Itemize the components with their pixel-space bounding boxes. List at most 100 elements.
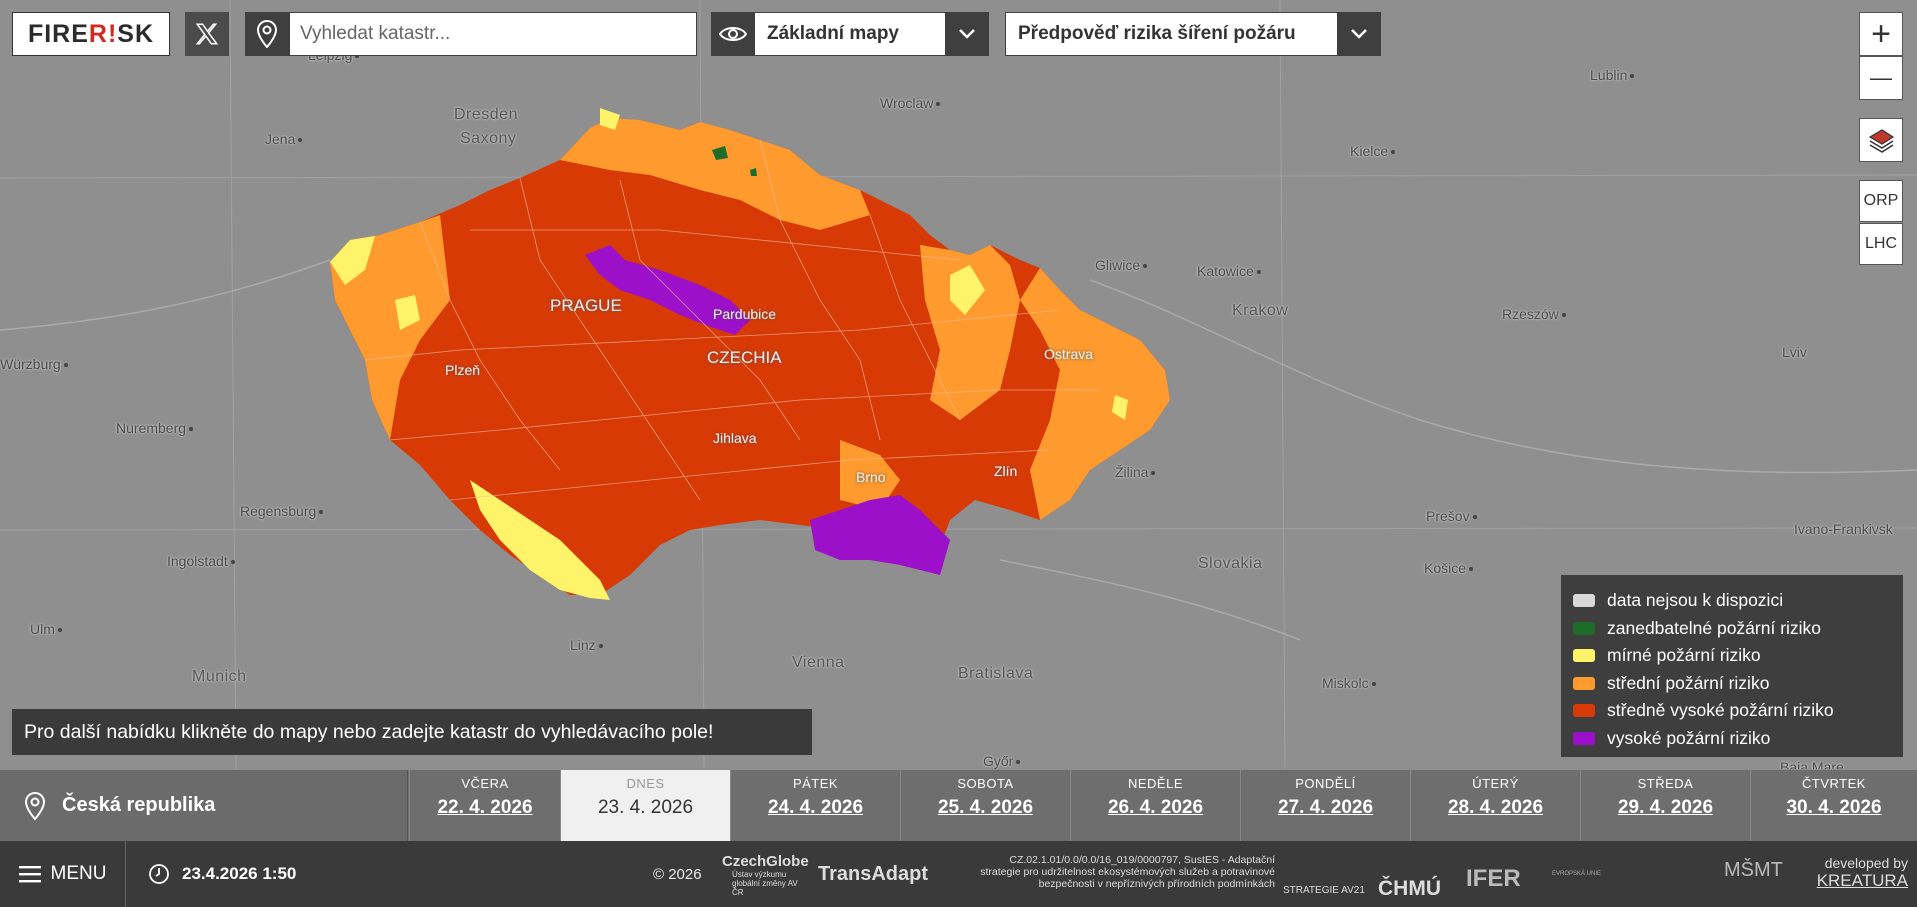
legend-item: středně vysoké požární riziko: [1573, 697, 1891, 725]
legend-item: vysoké požární riziko: [1573, 725, 1891, 753]
legend-item: zanedbatelné požární riziko: [1573, 615, 1891, 643]
lhc-button[interactable]: LHC: [1859, 223, 1903, 265]
layers-icon: [1868, 129, 1895, 153]
msmt-logo[interactable]: MŠMT: [1724, 859, 1783, 882]
day-tab-active[interactable]: DNES 23. 4. 2026: [560, 770, 730, 841]
firerisk-logo[interactable]: FIRE R! SK: [12, 12, 170, 56]
day-name: ÚTERÝ: [1472, 776, 1519, 791]
city-label: Brno: [856, 469, 886, 485]
zoom-out-button[interactable]: —: [1859, 56, 1903, 100]
datetime-display: 23.4.2026 1:50: [148, 841, 296, 907]
day-date: 22. 4. 2026: [437, 797, 533, 818]
menu-button[interactable]: MENU: [0, 841, 126, 907]
layer-select[interactable]: Předpověď rizika šíření požáru: [1005, 12, 1381, 56]
city-label: Gliwice: [1095, 257, 1147, 273]
city-label: Nuremberg: [116, 420, 193, 436]
legend-label: vysoké požární riziko: [1607, 727, 1771, 748]
region-label: Saxony: [460, 130, 517, 147]
city-label: Győr: [983, 753, 1020, 769]
legend-swatch: [1573, 621, 1595, 635]
city-label: Linz: [570, 637, 603, 653]
city-label: Munich: [192, 668, 247, 685]
zoom-in-button[interactable]: +: [1859, 12, 1903, 56]
legend-swatch: [1573, 676, 1595, 690]
legend-label: středně vysoké požární riziko: [1607, 700, 1834, 721]
day-tab[interactable]: PONDĚLÍ 27. 4. 2026: [1240, 770, 1410, 841]
day-tab[interactable]: PÁTEK 24. 4. 2026: [730, 770, 900, 841]
city-label: Pardubice: [713, 306, 777, 322]
menu-label: MENU: [50, 863, 107, 884]
day-tab[interactable]: ČTVRTEK 30. 4. 2026: [1750, 770, 1917, 841]
city-label: Kielce: [1350, 143, 1395, 159]
legend-label: zanedbatelné požární riziko: [1607, 617, 1822, 638]
legend-label: mírné požární riziko: [1607, 645, 1761, 666]
legend: data nejsou k dispozici zanedbatelné pož…: [1561, 575, 1903, 757]
day-name: ČTVRTEK: [1802, 776, 1866, 791]
day-tab[interactable]: VČERA 22. 4. 2026: [409, 770, 560, 841]
project-text: CZ.02.1.01/0.0/0.0/16_019/0000797, SustE…: [980, 854, 1275, 890]
legend-label: data nejsou k dispozici: [1607, 590, 1784, 611]
legend-swatch: [1573, 649, 1595, 663]
legend-swatch: [1573, 594, 1595, 608]
chmu-logo[interactable]: ČHMÚ: [1378, 877, 1441, 901]
city-label: Ostrava: [1044, 346, 1094, 362]
day-date: 27. 4. 2026: [1277, 797, 1374, 818]
city-label: Lviv: [1782, 344, 1807, 360]
city-label: Rzeszów: [1502, 306, 1566, 322]
basemap-select[interactable]: Základní mapy: [711, 12, 989, 56]
legend-item: střední požární riziko: [1573, 670, 1891, 698]
basemap-select-value: Základní mapy: [755, 12, 945, 56]
city-label: Ulm: [30, 621, 62, 637]
datetime-text: 23.4.2026 1:50: [182, 864, 297, 883]
developer-credit[interactable]: developed by KREATURA: [1810, 855, 1908, 891]
czechglobe-name: CzechGlobe: [722, 853, 809, 870]
day-date: 28. 4. 2026: [1447, 797, 1544, 818]
day-date: 25. 4. 2026: [937, 797, 1034, 818]
search-box: [245, 12, 697, 56]
cadastre-search-input[interactable]: [289, 12, 697, 56]
czechglobe-logo[interactable]: CzechGlobe Ústav výzkumu globální změny …: [722, 853, 809, 897]
developed-by-label: developed by: [1824, 855, 1908, 871]
date-bar: Česká republika VČERA 22. 4. 2026 DNES 23.…: [0, 770, 1917, 841]
day-name: DNES: [626, 776, 665, 791]
city-label: Baia Mare: [1780, 759, 1844, 769]
ifer-logo[interactable]: IFER: [1466, 865, 1521, 893]
day-tab[interactable]: NEDĚLE 26. 4. 2026: [1070, 770, 1240, 841]
logo-text-c: SK: [117, 19, 155, 48]
orp-button[interactable]: ORP: [1859, 180, 1903, 222]
day-name: VČERA: [461, 776, 509, 791]
legend-swatch: [1573, 704, 1595, 718]
city-label: Ingolstadt: [167, 553, 235, 569]
legend-item: mírné požární riziko: [1573, 642, 1891, 670]
footer: MENU 23.4.2026 1:50 © 2026 CzechGlobe Ús…: [0, 841, 1917, 907]
kreatura-link[interactable]: KREATURA: [1810, 871, 1908, 891]
eye-icon: [711, 12, 755, 56]
logo-text-a: FIRE: [27, 19, 89, 48]
city-label: Košice: [1424, 560, 1473, 576]
city-label: Vienna: [792, 654, 845, 671]
location-display: Česká republika: [0, 770, 408, 841]
chevron-down-icon: [1337, 12, 1381, 56]
day-tab[interactable]: ÚTERÝ 28. 4. 2026: [1410, 770, 1580, 841]
x-logo-icon: [195, 23, 219, 45]
day-tab[interactable]: STŘEDA 29. 4. 2026: [1580, 770, 1750, 841]
day-tab[interactable]: SOBOTA 25. 4. 2026: [900, 770, 1070, 841]
day-date: 29. 4. 2026: [1617, 797, 1714, 818]
country-label: CZECHIA: [707, 348, 782, 367]
city-label: Krakow: [1232, 302, 1289, 319]
eu-logo[interactable]: EVROPSKÁ UNIE: [1552, 871, 1601, 877]
city-label: Prešov: [1426, 508, 1477, 524]
chevron-down-icon: [945, 12, 989, 56]
city-label: PRAGUE: [550, 296, 622, 315]
day-date: 24. 4. 2026: [767, 797, 864, 818]
transadapt-logo[interactable]: TransAdapt: [818, 863, 928, 886]
x-share-button[interactable]: [185, 12, 229, 56]
transadapt-name: TransAdapt: [818, 863, 929, 885]
layers-button[interactable]: [1859, 118, 1903, 162]
logo-text-b: R!: [88, 19, 118, 48]
location-pin-icon: [24, 791, 46, 820]
day-name: PONDĚLÍ: [1295, 776, 1356, 791]
day-date: 23. 4. 2026: [597, 797, 694, 818]
location-name: Česká republika: [62, 794, 216, 816]
strategie-logo[interactable]: STRATEGIE AV21: [1283, 885, 1365, 896]
